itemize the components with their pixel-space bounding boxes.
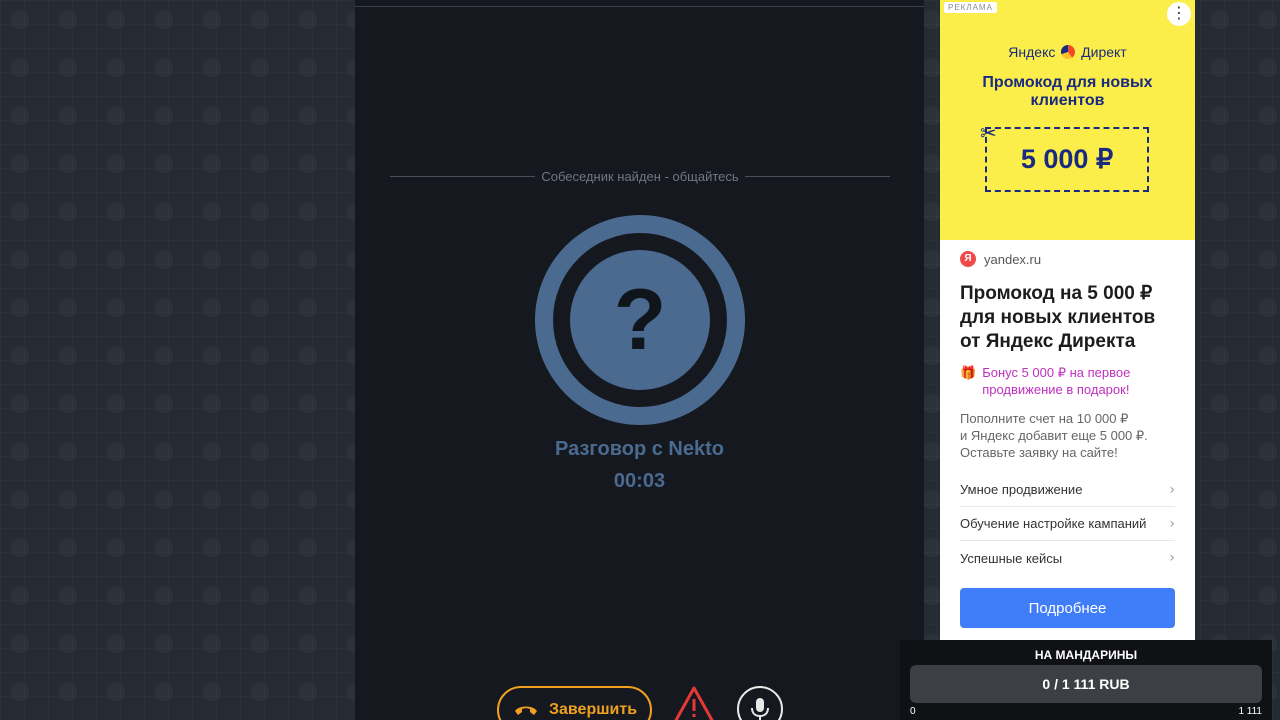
call-timer: 00:03 [613, 470, 666, 492]
donation-amount: 0 / 1 111 RUB [1042, 676, 1130, 692]
ad-banner[interactable]: РЕКЛАМА ⋮ Яндекс Директ Промокод для нов… [940, 0, 1195, 240]
ad-more-button[interactable]: Подробнее [960, 588, 1175, 628]
ad-link-label: Умное продвижение [960, 482, 1083, 497]
ad-title[interactable]: Промокод на 5 000 ₽ для новых клиентов о… [960, 282, 1175, 354]
ad-label: РЕКЛАМА [944, 2, 997, 13]
ad-link-label: Обучение настройке кампаний [960, 516, 1147, 531]
top-divider [355, 6, 924, 7]
promo-amount: 5 000 ₽ [985, 127, 1149, 192]
bonus-text: Бонус 5 000 ₽ на первое продвижение в по… [982, 365, 1131, 397]
microphone-button[interactable] [737, 686, 783, 720]
status-divider: Собеседник найден - общайтесь [390, 167, 890, 185]
ad-bonus: 🎁 Бонус 5 000 ₽ на первое продвижение в … [960, 364, 1175, 398]
avatar-inner: ? [570, 250, 710, 390]
divider-line-left [390, 175, 536, 177]
ad-link-campaign-training[interactable]: Обучение настройке кампаний › [960, 507, 1175, 541]
warning-icon [674, 686, 714, 720]
ad-link-label: Успешные кейсы [960, 550, 1063, 566]
chevron-right-icon: › [1169, 481, 1175, 498]
chevron-right-icon: › [1169, 515, 1175, 532]
partner-avatar: ? [535, 215, 745, 425]
donation-title: НА МАНДАРИНЫ [1034, 648, 1138, 662]
status-text: Собеседник найден - общайтесь [541, 168, 739, 184]
more-options-icon[interactable]: ⋮ [1167, 2, 1191, 26]
report-button[interactable] [673, 686, 715, 720]
end-call-label: Завершить [549, 701, 638, 718]
yandex-direct-logo-icon [1061, 45, 1076, 59]
brand-left: Яндекс [1008, 44, 1056, 60]
donation-widget: НА МАНДАРИНЫ 0 / 1 111 RUB 0 1 111 [900, 640, 1272, 720]
microphone-icon [751, 698, 769, 720]
brand-right: Директ [1081, 44, 1127, 60]
donation-max-label: 1 111 [1238, 706, 1262, 717]
ad-panel[interactable]: РЕКЛАМА ⋮ Яндекс Директ Промокод для нов… [940, 0, 1195, 646]
donation-min-label: 0 [910, 706, 916, 717]
ad-link-smart-promotion[interactable]: Умное продвижение › [960, 473, 1175, 507]
question-mark-icon: ? [613, 272, 667, 368]
call-title: Разговор с Nekto [555, 438, 724, 460]
donation-progress-bar: 0 / 1 111 RUB [910, 665, 1262, 703]
phone-hangup-icon [515, 706, 537, 715]
divider-line-right [744, 175, 890, 177]
ad-links: Умное продвижение › Обучение настройке к… [960, 473, 1175, 575]
chevron-right-icon: › [1169, 550, 1175, 566]
ad-site[interactable]: Я yandex.ru [960, 251, 1041, 267]
end-call-button[interactable]: Завершить [497, 686, 652, 720]
call-panel: Собеседник найден - общайтесь ? Разговор… [355, 0, 924, 720]
ad-description: Пополните счет на 10 000 ₽ и Яндекс доба… [960, 411, 1148, 460]
ad-headline: Промокод для новых клиентов [982, 74, 1153, 109]
ad-site-label: yandex.ru [984, 251, 1042, 267]
yandex-logo-icon: Я [960, 251, 976, 267]
ad-brand: Яндекс Директ [940, 44, 1195, 60]
gift-icon: 🎁 [960, 365, 977, 380]
ad-link-success-cases[interactable]: Успешные кейсы › [960, 541, 1175, 575]
